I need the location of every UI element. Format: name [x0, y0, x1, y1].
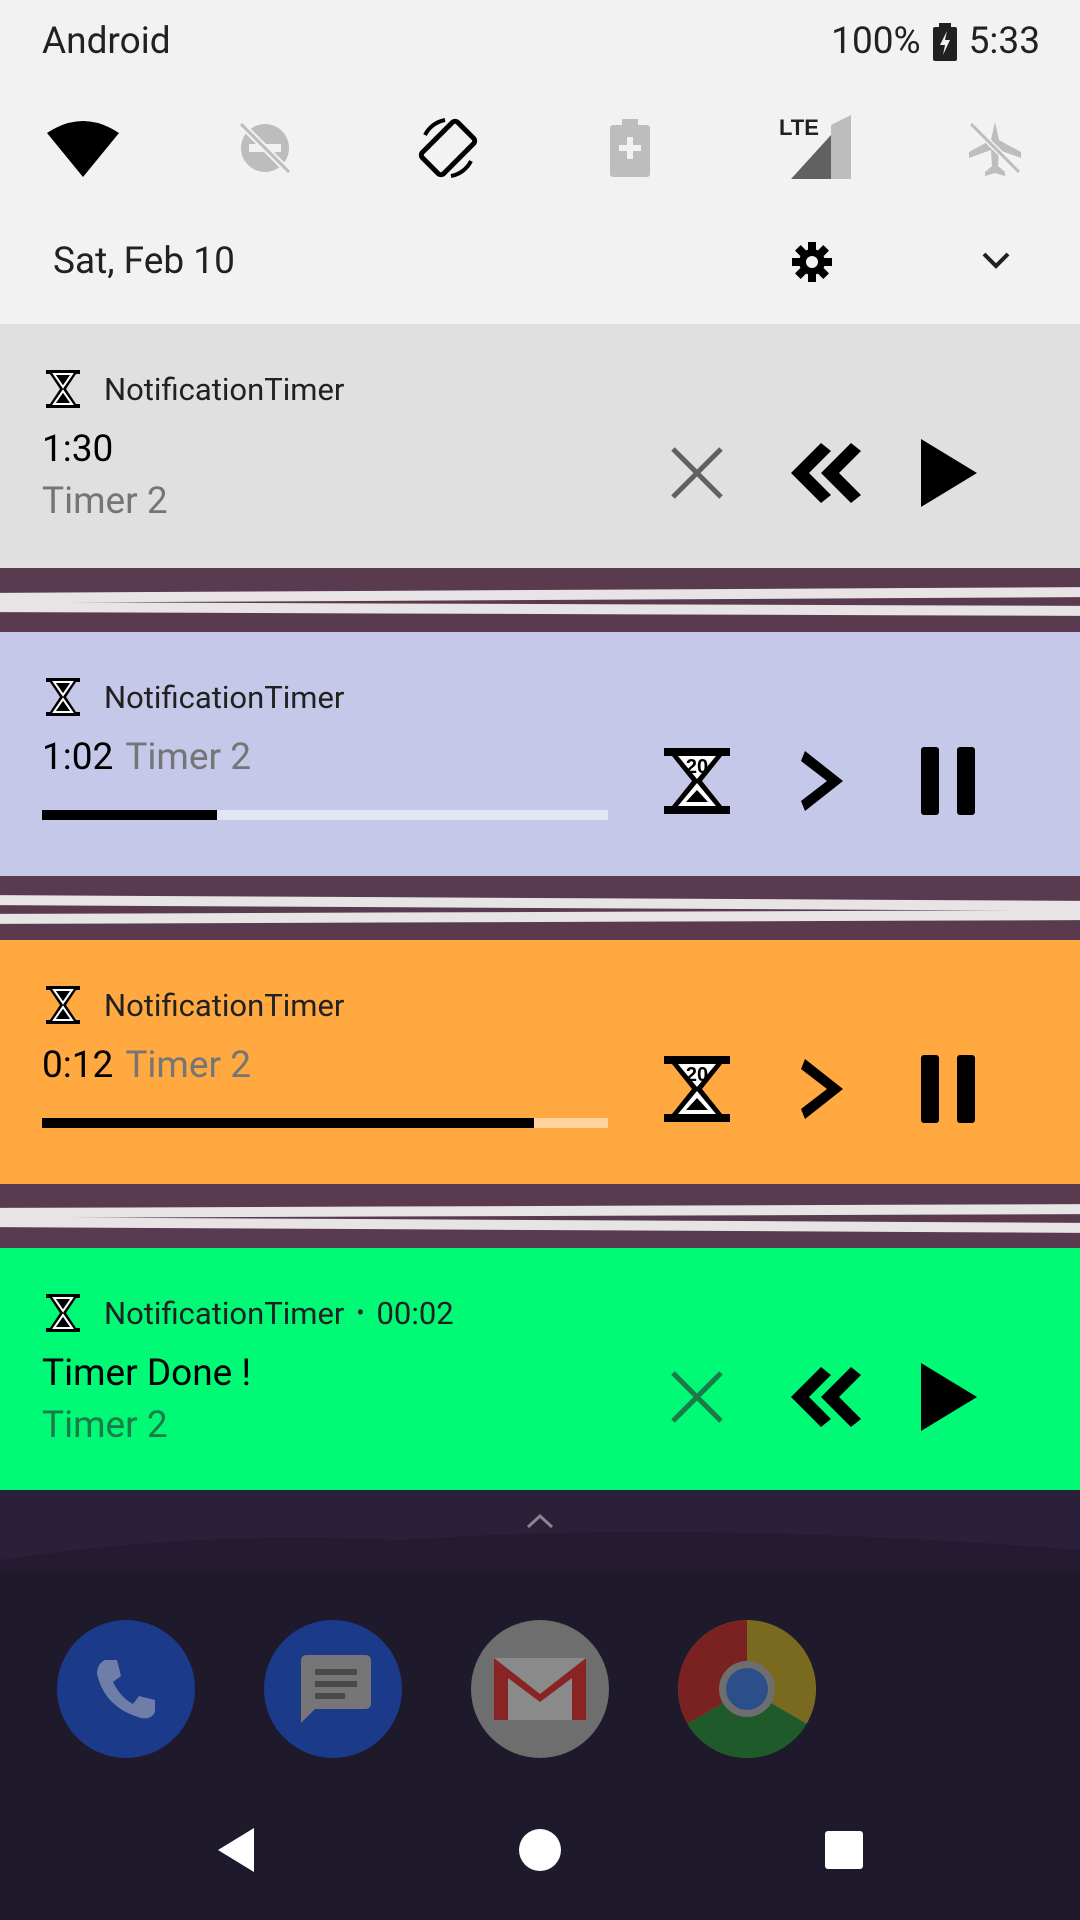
timer-line: 0:12 Timer 2 — [42, 1044, 251, 1087]
clock: 5:33 — [968, 20, 1040, 63]
date-label: Sat, Feb 10 — [53, 240, 235, 283]
hourglass-icon — [46, 1294, 80, 1332]
rewind-icon[interactable] — [778, 1352, 868, 1442]
pause-icon[interactable] — [903, 1044, 993, 1134]
progress-bar — [42, 810, 608, 820]
app-name: NotificationTimer — [104, 370, 345, 408]
messages-icon[interactable] — [264, 1620, 402, 1758]
notification-header: NotificationTimer • 00:02 — [42, 1292, 454, 1334]
battery-percent: 100% — [831, 20, 921, 63]
quick-tiles-row: LTE — [0, 108, 1080, 188]
svg-text:LTE: LTE — [779, 115, 819, 140]
timer-value: 1:02 — [42, 736, 114, 779]
notification-header: NotificationTimer — [42, 368, 344, 410]
next-icon[interactable] — [778, 1044, 868, 1134]
notification-actions: 20 — [640, 940, 1040, 1184]
notification-header: NotificationTimer — [42, 984, 344, 1026]
carrier-label: Android — [42, 20, 171, 63]
wallpaper-hills — [0, 1490, 1080, 1570]
notification-actions — [640, 1248, 1040, 1492]
progress-fill — [42, 1118, 535, 1128]
timer-line: 1:02 Timer 2 — [42, 736, 251, 779]
airplane-mode-icon[interactable] — [950, 108, 1040, 188]
wifi-icon[interactable] — [38, 108, 128, 188]
status-icons: 100% 5:33 — [831, 20, 1040, 63]
recents-icon[interactable] — [814, 1820, 874, 1880]
close-icon[interactable] — [652, 428, 742, 518]
progress-fill — [42, 810, 218, 820]
notification-time: 00:02 — [376, 1294, 454, 1332]
notification-timer-running[interactable]: NotificationTimer 1:02 Timer 2 20 — [0, 632, 1080, 876]
notification-actions: 20 — [640, 632, 1040, 876]
notification-timer-paused[interactable]: NotificationTimer 1:30 Timer 2 — [0, 324, 1080, 568]
battery-saver-icon[interactable] — [585, 108, 675, 188]
wallpaper-strip — [0, 568, 1080, 632]
lte-signal-icon[interactable]: LTE — [770, 108, 860, 188]
timer-value: Timer Done ! — [42, 1352, 252, 1395]
separator-dot: • — [356, 1299, 365, 1327]
app-name: NotificationTimer — [104, 678, 345, 716]
app-name: NotificationTimer — [104, 1294, 345, 1332]
timer-name: Timer 2 — [42, 1404, 168, 1447]
next-icon[interactable] — [778, 736, 868, 826]
add-20-icon[interactable]: 20 — [652, 1044, 742, 1134]
play-icon[interactable] — [903, 428, 993, 518]
chrome-icon[interactable] — [678, 1620, 816, 1758]
timer-value: 0:12 — [42, 1044, 114, 1087]
timer-name: Timer 2 — [42, 480, 168, 523]
gmail-icon[interactable] — [471, 1620, 609, 1758]
back-icon[interactable] — [206, 1820, 266, 1880]
quick-settings-panel: Android 100% 5:33 LTE Sat, Feb 10 — [0, 0, 1080, 324]
svg-text:20: 20 — [686, 756, 708, 778]
battery-charging-icon — [932, 22, 957, 61]
auto-rotate-icon[interactable] — [403, 108, 493, 188]
chevron-down-icon[interactable] — [980, 250, 1012, 274]
timer-name: Timer 2 — [125, 736, 252, 779]
notification-timer-done[interactable]: NotificationTimer • 00:02 Timer Done ! T… — [0, 1248, 1080, 1492]
gear-icon[interactable] — [792, 242, 832, 282]
do-not-disturb-off-icon[interactable] — [220, 108, 310, 188]
chevron-up-icon[interactable] — [525, 1512, 555, 1530]
home-icon[interactable] — [510, 1820, 570, 1880]
hourglass-icon — [46, 370, 80, 408]
pause-icon[interactable] — [903, 736, 993, 826]
timer-value: 1:30 — [42, 428, 114, 471]
hourglass-icon — [46, 678, 80, 716]
add-20-icon[interactable]: 20 — [652, 736, 742, 826]
progress-bar — [42, 1118, 608, 1128]
svg-text:20: 20 — [686, 1064, 708, 1086]
play-icon[interactable] — [903, 1352, 993, 1442]
hourglass-icon — [46, 986, 80, 1024]
rewind-icon[interactable] — [778, 428, 868, 518]
notification-header: NotificationTimer — [42, 676, 344, 718]
wallpaper-strip — [0, 1184, 1080, 1248]
notification-timer-running[interactable]: NotificationTimer 0:12 Timer 2 20 — [0, 940, 1080, 1184]
phone-icon[interactable] — [57, 1620, 195, 1758]
notification-actions — [640, 324, 1040, 568]
app-name: NotificationTimer — [104, 986, 345, 1024]
timer-name: Timer 2 — [125, 1044, 252, 1087]
wallpaper-strip — [0, 876, 1080, 940]
close-icon[interactable] — [652, 1352, 742, 1442]
